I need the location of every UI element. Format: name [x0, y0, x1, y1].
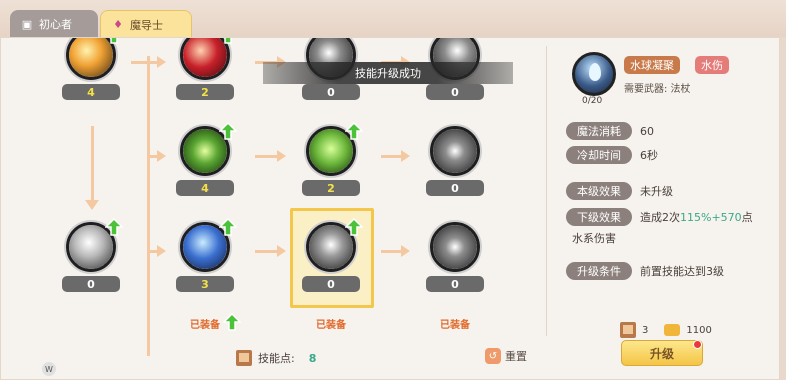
skill-name: 水球凝聚 — [624, 56, 680, 74]
skill-node[interactable]: 0 — [425, 126, 485, 196]
skill-level: 0 — [426, 180, 484, 196]
connector — [381, 155, 401, 158]
skill-level: 4 — [176, 180, 234, 196]
water-drop-icon — [572, 52, 616, 96]
toast-message: 技能升级成功 — [263, 62, 513, 84]
tab-novice[interactable]: ▣ 初心者 — [10, 10, 98, 38]
panel-edge — [780, 37, 786, 380]
connector — [255, 250, 277, 253]
skill-level: 0 — [62, 276, 120, 292]
skill-level: 0 — [426, 276, 484, 292]
skill-level-counter: 0/20 — [582, 96, 603, 106]
divider — [546, 46, 547, 336]
skill-tree: 4 2 0 0 技能升级成功 4 2 0 0 3 0 0 已装备 已装备 已装备 — [1, 38, 541, 380]
skill-level: 2 — [302, 180, 360, 196]
connector-arrow — [277, 245, 286, 257]
corner-badge: W — [42, 362, 56, 376]
detail-row-condition: 升级条件 前置技能达到3级 — [566, 262, 724, 280]
skill-node[interactable]: 4 — [175, 122, 237, 196]
connector-arrow — [401, 150, 410, 162]
connector-arrow — [401, 245, 410, 257]
notification-dot — [693, 340, 702, 349]
connector-arrow — [85, 200, 99, 210]
skill-node[interactable]: 4 — [61, 38, 121, 100]
connector-arrow — [157, 56, 166, 68]
detail-value: 未升级 — [640, 185, 673, 198]
required-weapon: 需要武器: 法杖 — [624, 84, 691, 95]
upgrade-arrow-icon — [345, 218, 363, 236]
connector-arrow — [277, 150, 286, 162]
cost-gold-value: 1100 — [686, 324, 712, 336]
upgrade-arrow-icon — [224, 38, 232, 44]
skill-node[interactable]: 2 — [301, 122, 363, 196]
detail-label: 升级条件 — [566, 262, 632, 280]
gold-icon — [664, 324, 681, 336]
skill-node[interactable]: 3 — [175, 218, 237, 292]
skill-level: 4 — [62, 84, 120, 100]
skill-level: 0 — [302, 84, 360, 100]
reset-icon: ↺ — [485, 348, 501, 364]
reset-label: 重置 — [505, 350, 527, 363]
upgrade-button[interactable]: 升级 — [621, 340, 703, 366]
tab-novice-label: 初心者 — [39, 18, 72, 31]
detail-next-effect-cont: 水系伤害 — [572, 232, 616, 245]
upgrade-arrow-icon — [110, 38, 118, 44]
equipped-label: 已装备 — [440, 320, 470, 331]
tab-mage-label: 魔导士 — [130, 18, 163, 32]
skill-points-value: 8 — [308, 351, 317, 365]
detail-value: 造成2次115%+570点 — [640, 211, 753, 224]
connector — [381, 250, 401, 253]
skill-points-label: 技能点: — [258, 352, 295, 365]
detail-label: 下级效果 — [566, 208, 632, 226]
upgrade-arrow-icon — [105, 218, 123, 236]
skill-node[interactable]: 2 — [175, 38, 235, 100]
connector-arrow — [157, 245, 166, 257]
upgrade-arrow-icon — [223, 313, 241, 331]
skill-points: 技能点: 8 — [236, 350, 316, 366]
detail-row-current-effect: 本级效果 未升级 — [566, 182, 673, 200]
connector-arrow — [157, 150, 166, 162]
detail-row-next-effect: 下级效果 造成2次115%+570点 — [566, 208, 753, 226]
tab-bar: ▣ 初心者 ♦ 魔导士 — [0, 0, 786, 38]
pillar-icon — [430, 222, 480, 272]
detail-row-cooldown: 冷却时间 6秒 — [566, 146, 658, 164]
treasure-chest-icon: ▣ — [21, 17, 33, 31]
skill-detail: 0/20 水球凝聚 水伤 需要武器: 法杖 魔法消耗 60 冷却时间 6秒 本级… — [554, 46, 779, 336]
skill-node-selected[interactable]: 0 — [301, 218, 363, 292]
damage-type-badge: 水伤 — [695, 56, 729, 74]
skill-level: 0 — [302, 276, 360, 292]
skill-level: 3 — [176, 276, 234, 292]
skill-node[interactable]: 0 — [61, 218, 123, 292]
cost-book-value: 3 — [642, 324, 649, 336]
skill-level: 0 — [426, 84, 484, 100]
equipped-label: 已装备 — [316, 320, 346, 331]
upgrade-arrow-icon — [219, 122, 237, 140]
detail-value: 6秒 — [640, 149, 658, 162]
detail-label: 魔法消耗 — [566, 122, 632, 140]
detail-value: 前置技能达到3级 — [640, 265, 724, 278]
lance-icon — [430, 126, 480, 176]
skill-node[interactable]: 0 — [425, 222, 485, 292]
tab-mage[interactable]: ♦ 魔导士 — [100, 10, 192, 38]
reset-button[interactable]: ↺ 重置 — [485, 348, 527, 364]
skill-book-icon — [236, 350, 252, 366]
magic-wand-icon: ♦ — [113, 18, 123, 31]
upgrade-arrow-icon — [219, 218, 237, 236]
detail-label: 本级效果 — [566, 182, 632, 200]
connector — [147, 56, 150, 356]
lightning-icon — [66, 38, 116, 80]
upgrade-cost: 3 1100 — [620, 322, 712, 338]
detail-row-mana: 魔法消耗 60 — [566, 122, 654, 140]
connector — [255, 155, 277, 158]
fire-orb-icon — [180, 38, 230, 80]
upgrade-arrow-icon — [345, 122, 363, 140]
skill-book-icon — [620, 322, 636, 338]
detail-value: 60 — [640, 124, 654, 138]
connector — [91, 126, 94, 202]
skill-level: 2 — [176, 84, 234, 100]
detail-label: 冷却时间 — [566, 146, 632, 164]
